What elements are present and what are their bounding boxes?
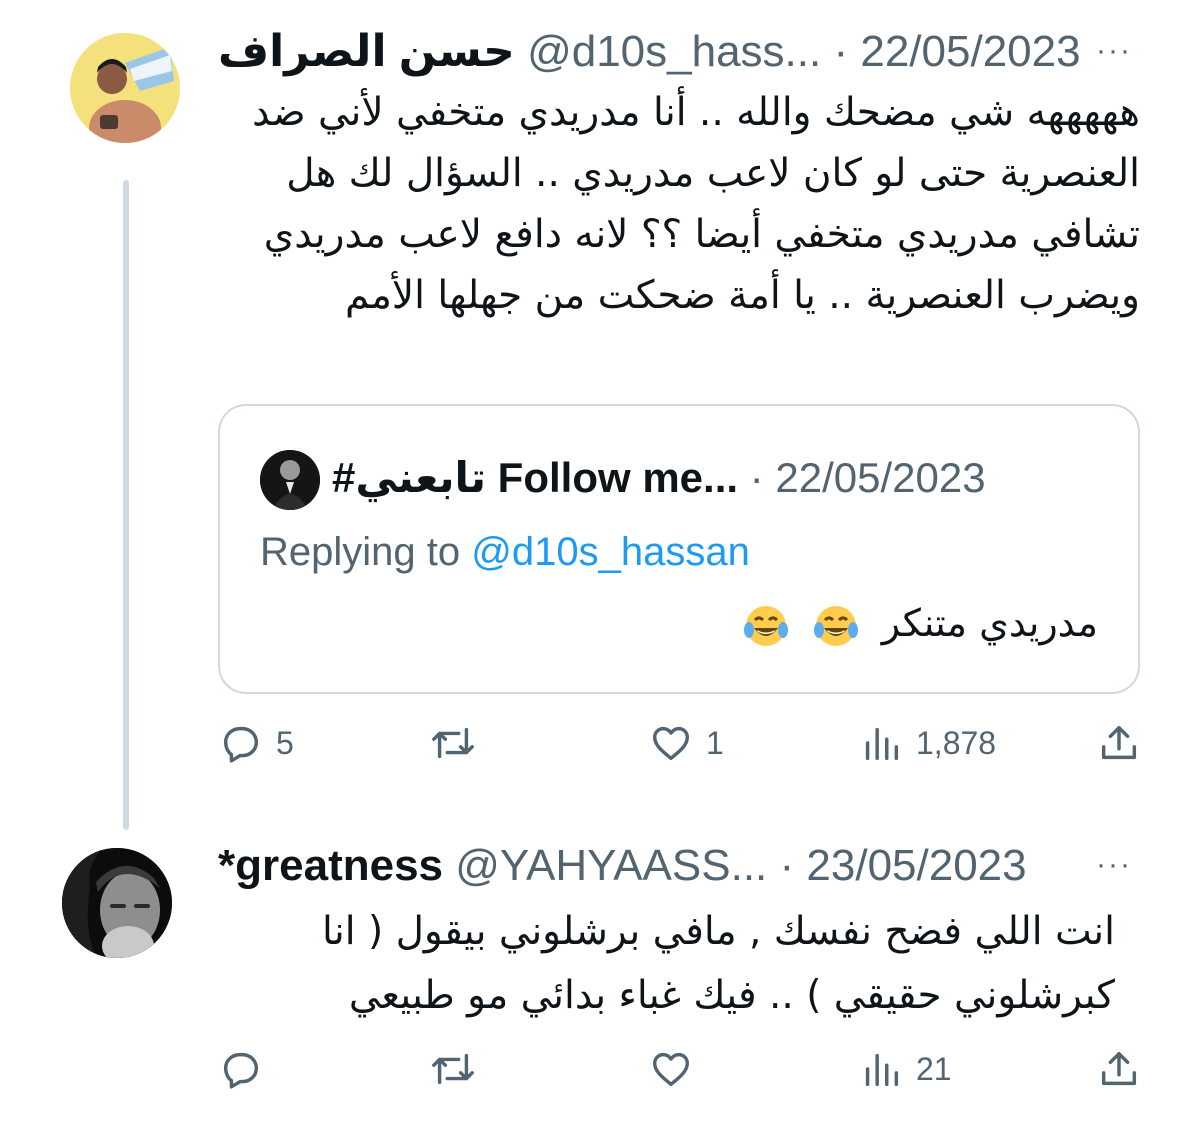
user-handle[interactable]: @YAHYAASS...: [455, 841, 767, 890]
views-button[interactable]: 1,878: [858, 720, 996, 766]
reply-button[interactable]: [218, 1046, 276, 1092]
quote-text-line: مدريدي متنكر: [742, 601, 1098, 650]
action-bar: 5 1 1,878: [218, 720, 1148, 770]
more-options-icon[interactable]: ···: [1096, 848, 1132, 882]
separator: ·: [779, 841, 795, 890]
like-button[interactable]: [648, 1046, 706, 1092]
reply-button[interactable]: 5: [218, 720, 294, 766]
display-name[interactable]: *greatness: [218, 841, 443, 890]
retweet-button[interactable]: [430, 1046, 488, 1092]
heart-icon: [652, 726, 690, 761]
separator: ·: [833, 27, 849, 76]
retweet-arrows-icon: [432, 727, 474, 759]
replying-to-line: Replying to @d10s_hassan: [260, 530, 750, 575]
avatar[interactable]: [70, 33, 180, 143]
quote-date[interactable]: 22/05/2023: [775, 454, 985, 501]
replying-to-handle[interactable]: @d10s_hassan: [471, 530, 750, 574]
view-count: 21: [916, 1050, 952, 1087]
profile-photo-icon: [70, 33, 180, 143]
speech-bubble-icon: [223, 726, 259, 763]
quote-header: #تابعني Follow me... · 22/05/2023: [332, 452, 986, 504]
share-button[interactable]: [1096, 1046, 1142, 1092]
share-button[interactable]: [1096, 720, 1142, 766]
quote-text: مدريدي متنكر: [881, 601, 1098, 645]
separator: ·: [749, 454, 764, 501]
tears-of-joy-emoji-icon: [743, 605, 788, 646]
views-button[interactable]: 21: [858, 1046, 952, 1092]
profile-photo-icon: [62, 848, 172, 958]
retweet-arrows-icon: [432, 1053, 474, 1085]
like-count: 1: [706, 724, 724, 761]
quoted-tweet-card[interactable]: #تابعني Follow me... · 22/05/2023 Replyi…: [218, 404, 1140, 694]
speech-bubble-icon: [223, 1052, 259, 1089]
share-upload-icon: [1101, 1051, 1137, 1086]
quote-avatar: [260, 450, 320, 510]
heart-icon: [652, 1052, 690, 1087]
view-count: 1,878: [916, 724, 997, 761]
share-upload-icon: [1101, 725, 1137, 760]
tweet-text: انت اللي فضح نفسك , مافي برشلوني بيقول (…: [322, 909, 1115, 1018]
reply-count: 5: [276, 724, 294, 761]
user-handle[interactable]: @d10s_hass...: [527, 27, 821, 76]
tears-of-joy-emoji-icon: [813, 605, 858, 646]
display-name[interactable]: حسن الصراف: [218, 27, 515, 76]
avatar[interactable]: [62, 848, 172, 958]
more-options-icon[interactable]: ···: [1096, 34, 1132, 68]
profile-photo-icon: [260, 450, 320, 510]
retweet-button[interactable]: [430, 720, 488, 766]
like-button[interactable]: 1: [648, 720, 724, 766]
tweet-header: حسن الصراف @d10s_hass... · 22/05/2023: [218, 26, 1081, 78]
tweet-date[interactable]: 23/05/2023: [806, 841, 1026, 890]
bar-chart-icon: [865, 1053, 899, 1087]
replying-to-label: Replying to: [260, 530, 461, 574]
tweet-text: هههههه شي مضحك والله .. أنا مدريدي متخفي…: [252, 90, 1140, 318]
tweet-date[interactable]: 22/05/2023: [860, 27, 1080, 76]
tweet-header: *greatness @YAHYAASS... · 23/05/2023: [218, 840, 1027, 892]
quote-display-name[interactable]: #تابعني Follow me...: [332, 454, 738, 501]
action-bar: 21: [218, 1046, 1148, 1096]
thread-connector-line: [123, 180, 129, 830]
bar-chart-icon: [865, 727, 899, 761]
